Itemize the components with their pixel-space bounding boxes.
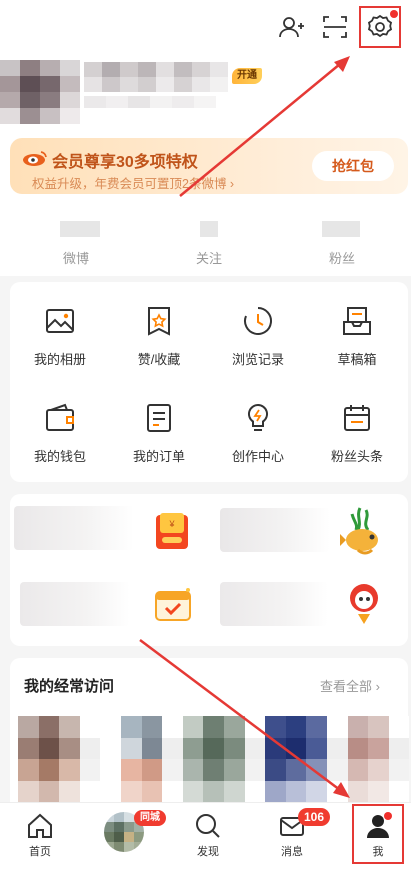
promo-text-1[interactable]	[14, 506, 134, 550]
search-icon	[196, 814, 220, 838]
username	[84, 62, 228, 92]
tab-label: 首页	[29, 846, 51, 858]
calendar-check-icon	[155, 588, 191, 621]
chevron-right-icon: ›	[375, 679, 380, 694]
stat-weibo[interactable]: 微博	[46, 248, 106, 267]
scan-icon[interactable]	[322, 14, 348, 40]
weibo-logo-icon	[23, 151, 47, 166]
fans-headline-icon	[344, 405, 370, 431]
home-icon	[28, 813, 52, 838]
grid-item-creator[interactable]: 创作中心	[208, 402, 308, 465]
tab-label: 消息	[281, 846, 303, 858]
favorite-icon	[148, 307, 170, 336]
add-friend-icon[interactable]	[278, 14, 304, 40]
frequent-visits-title: 我的经常访问	[24, 678, 115, 695]
tab-label: 发现	[197, 846, 219, 858]
vip-activate-tag[interactable]: 开通	[232, 68, 262, 84]
stat-follow[interactable]: 关注	[179, 248, 239, 267]
settings-highlight-box	[359, 6, 401, 48]
grid-label: 我的钱包	[33, 449, 86, 464]
grab-red-packet-button[interactable]: 抢红包	[312, 151, 394, 181]
svg-text:¥: ¥	[168, 519, 175, 529]
grid-item-orders[interactable]: 我的订单	[109, 402, 209, 465]
orders-icon	[147, 404, 171, 432]
grid-label: 赞/收藏	[137, 352, 181, 367]
grid-label: 草稿箱	[337, 352, 377, 367]
view-all-label: 查看全部	[320, 679, 373, 694]
top-bar	[0, 0, 411, 56]
stat-fans[interactable]: 粉丝	[312, 248, 372, 267]
grid-label: 粉丝头条	[330, 449, 383, 464]
creator-icon	[247, 403, 269, 431]
stat-follow-count	[200, 221, 218, 237]
grid-label: 我的相册	[33, 352, 86, 367]
grid-item-wallet[interactable]: 我的钱包	[10, 402, 110, 465]
messages-badge: 106	[298, 808, 331, 826]
goldfish-icon	[340, 507, 378, 555]
me-highlight-box	[352, 804, 404, 864]
grid-label: 浏览记录	[231, 352, 284, 367]
grid-label: 我的订单	[132, 449, 185, 464]
banner-subtitle[interactable]: 权益升级，年费会员可置顶2条微博 ›	[32, 173, 234, 192]
grid-item-fans-headline[interactable]: 粉丝头条	[307, 402, 407, 465]
tab-discover[interactable]: 发现	[178, 812, 238, 859]
promo-text-2[interactable]	[220, 508, 330, 552]
wallet-icon	[46, 403, 74, 431]
grid-item-drafts[interactable]: 草稿箱	[307, 305, 407, 368]
weibo-mascot-icon	[350, 584, 378, 624]
history-icon	[244, 307, 272, 335]
grid-item-favorites[interactable]: 赞/收藏	[109, 305, 209, 368]
grid-label: 创作中心	[231, 449, 284, 464]
view-all-link[interactable]: 查看全部 ›	[320, 676, 380, 695]
tab-home[interactable]: 首页	[10, 812, 70, 859]
avatar[interactable]	[0, 60, 80, 124]
banner-title: 会员尊享30多项特权	[52, 154, 198, 171]
visit-avatars-row[interactable]	[18, 716, 410, 802]
red-envelope-icon: ¥	[156, 513, 188, 549]
stat-fans-count	[322, 221, 360, 237]
stat-weibo-count	[60, 221, 100, 237]
grid-item-history[interactable]: 浏览记录	[208, 305, 308, 368]
album-icon	[46, 309, 74, 333]
grid-item-album[interactable]: 我的相册	[10, 305, 110, 368]
nearby-badge: 同城	[134, 810, 166, 826]
drafts-icon	[343, 307, 371, 335]
promo-text-3[interactable]	[20, 582, 130, 626]
promo-text-4[interactable]	[220, 582, 328, 626]
profile-subtitle	[84, 96, 216, 108]
